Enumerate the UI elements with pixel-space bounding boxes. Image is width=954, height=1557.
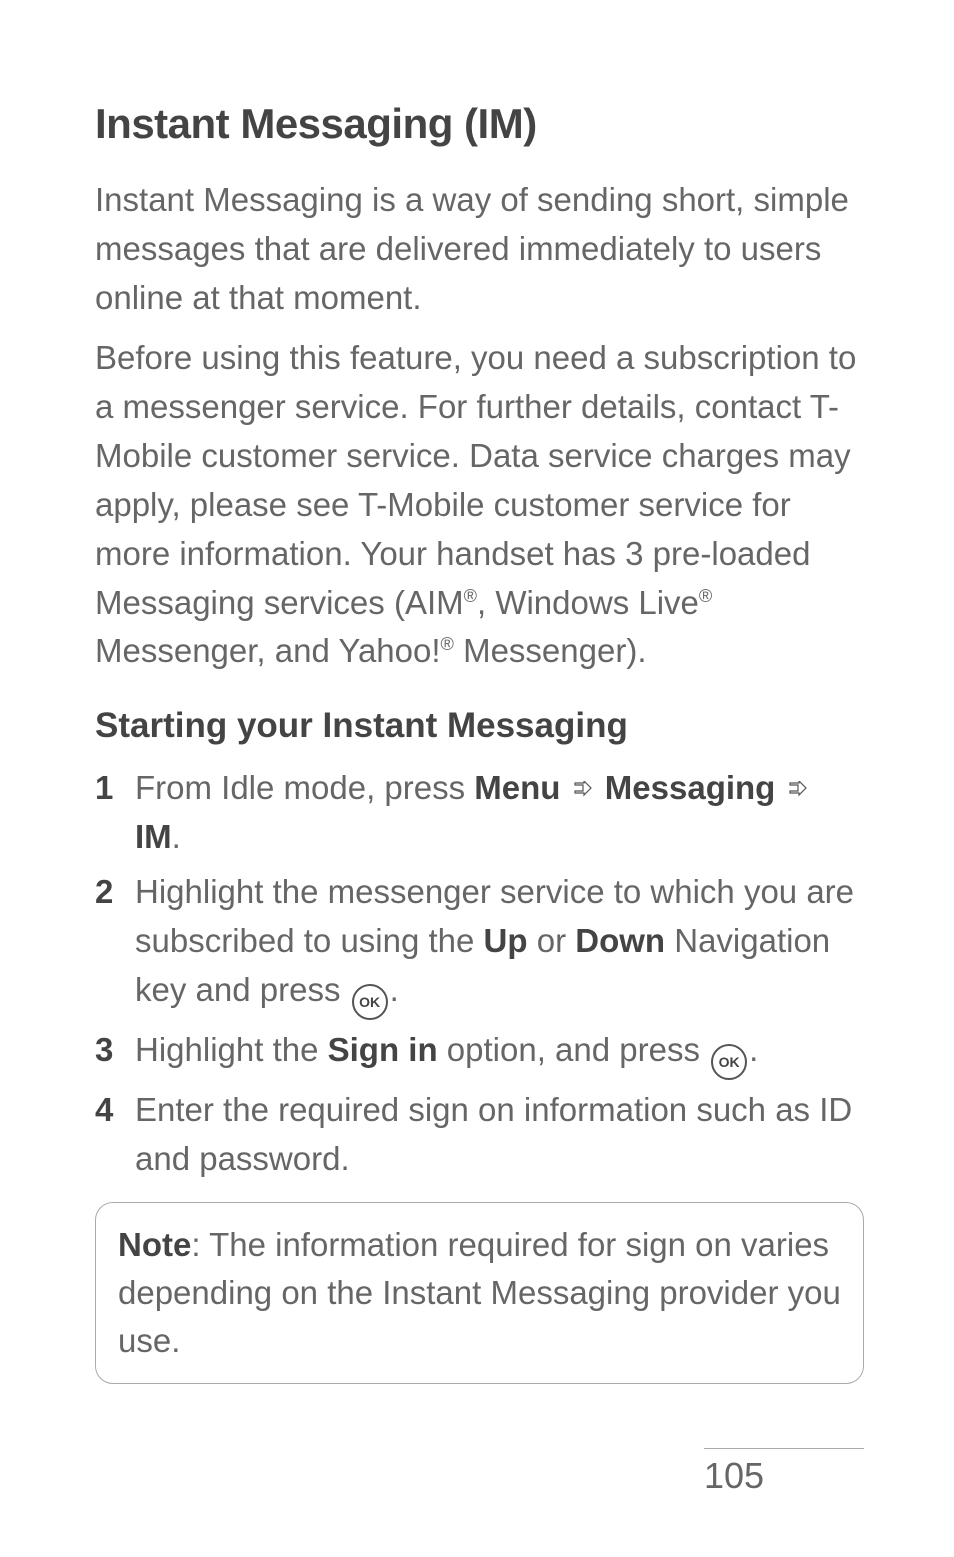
page-number: 105 xyxy=(704,1448,864,1497)
intro-paragraph-2: Before using this feature, you need a su… xyxy=(95,334,864,676)
intro2-pre: Before using this feature, you need a su… xyxy=(95,339,856,620)
step2-period: . xyxy=(390,971,399,1008)
ok-key-icon: OK xyxy=(352,984,388,1020)
steps-list: From Idle mode, press Menu Messaging IM.… xyxy=(95,764,864,1184)
messaging-label: Messaging xyxy=(605,769,776,806)
signin-label: Sign in xyxy=(328,1031,438,1068)
step-3: Highlight the Sign in option, and press … xyxy=(95,1026,864,1080)
page-number-rule xyxy=(704,1448,864,1449)
intro2-mid: , Windows Live xyxy=(477,584,699,621)
note-box: Note: The information required for sign … xyxy=(95,1202,864,1384)
step3-text1: Highlight the xyxy=(135,1031,328,1068)
intro-paragraph-1: Instant Messaging is a way of sending sh… xyxy=(95,176,864,322)
step1-period: . xyxy=(172,818,181,855)
menu-label: Menu xyxy=(474,769,560,806)
ok-key-label: OK xyxy=(719,1052,740,1073)
intro2-post: Messenger, and Yahoo! xyxy=(95,632,441,669)
step1-text: From Idle mode, press xyxy=(135,769,474,806)
im-label: IM xyxy=(135,818,172,855)
step-1: From Idle mode, press Menu Messaging IM. xyxy=(95,764,864,862)
page: Instant Messaging (IM) Instant Messaging… xyxy=(0,0,954,1557)
registered-mark-yahoo: ® xyxy=(441,634,454,654)
ok-key-icon: OK xyxy=(711,1044,747,1080)
down-label: Down xyxy=(575,922,665,959)
ok-key-label: OK xyxy=(359,992,380,1013)
registered-mark-wl: ® xyxy=(699,586,712,606)
step3-text2: option, and press xyxy=(438,1031,710,1068)
intro2-end: Messenger). xyxy=(454,632,647,669)
registered-mark-aim: ® xyxy=(464,586,477,606)
note-label: Note xyxy=(118,1226,191,1263)
step-4: Enter the required sign on information s… xyxy=(95,1086,864,1184)
page-title: Instant Messaging (IM) xyxy=(95,100,864,148)
section-heading: Starting your Instant Messaging xyxy=(95,706,864,746)
note-text: : The information required for sign on v… xyxy=(118,1226,841,1359)
up-label: Up xyxy=(484,922,528,959)
step3-period: . xyxy=(749,1031,758,1068)
arrow-icon xyxy=(789,781,807,801)
page-number-value: 105 xyxy=(704,1455,764,1496)
step2-or: or xyxy=(528,922,576,959)
step-2: Highlight the messenger service to which… xyxy=(95,868,864,1020)
arrow-icon xyxy=(574,781,592,801)
